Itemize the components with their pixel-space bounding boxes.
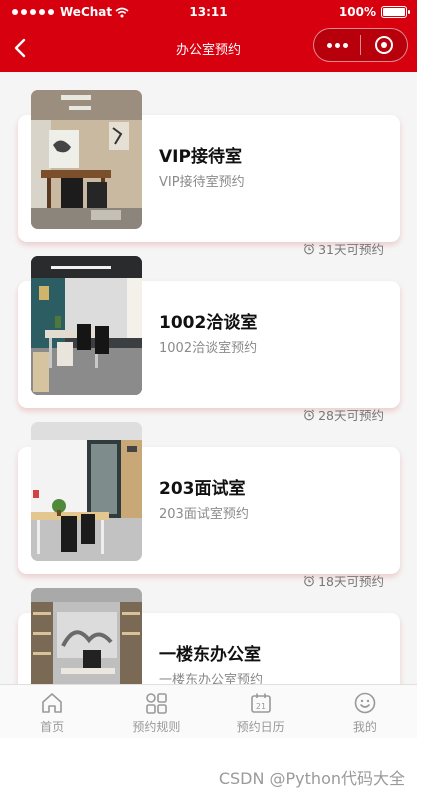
tab-booking-rules-label: 预约规则 xyxy=(132,720,181,734)
battery-status: 100% xyxy=(338,5,410,19)
bottom-tab-bar: 首页 预约规则 21 预约日历 我的 xyxy=(0,684,417,738)
alarm-clock-icon xyxy=(303,409,315,420)
room-list: VIP接待室 VIP接待室预约 31天可预约 1002洽谈室 1002洽谈室预约… xyxy=(0,72,417,684)
mini-program-capsule xyxy=(313,28,408,62)
room-name: 1002洽谈室 xyxy=(159,313,258,333)
battery-icon xyxy=(381,6,410,18)
grid-icon xyxy=(146,693,168,714)
tab-booking-rules[interactable]: 预约规则 xyxy=(104,685,208,738)
room-card[interactable]: 203面试室 203面试室预约 18天可预约 xyxy=(18,422,401,589)
calendar-icon: 21 xyxy=(250,693,271,713)
target-icon xyxy=(375,36,393,54)
room-thumbnail xyxy=(31,256,142,395)
phone-screen: WeChat 13:11 100% 办公室预约 VIP接待室 VIP接待室预约 … xyxy=(0,0,417,738)
room-description: 1002洽谈室预约 xyxy=(159,341,258,356)
room-thumbnail xyxy=(31,588,142,684)
tab-mine[interactable]: 我的 xyxy=(313,685,417,738)
tab-home[interactable]: 首页 xyxy=(0,685,104,738)
room-thumbnail xyxy=(31,422,142,561)
room-card[interactable]: 1002洽谈室 1002洽谈室预约 28天可预约 xyxy=(18,256,401,423)
tab-booking-calendar[interactable]: 21 预约日历 xyxy=(209,685,313,738)
more-menu-button[interactable] xyxy=(314,29,360,61)
room-card[interactable]: VIP接待室 VIP接待室预约 31天可预约 xyxy=(18,90,401,257)
watermark: CSDN @Python代码大全 xyxy=(218,769,405,788)
close-mini-program-button[interactable] xyxy=(361,29,407,61)
alarm-clock-icon xyxy=(303,243,315,254)
alarm-clock-icon xyxy=(303,575,315,586)
smile-icon xyxy=(354,692,376,714)
status-bar: WeChat 13:11 100% xyxy=(0,0,417,24)
room-thumbnail xyxy=(31,90,142,229)
tab-mine-label: 我的 xyxy=(352,720,377,734)
top-bar: WeChat 13:11 100% 办公室预约 xyxy=(0,0,417,72)
tab-home-label: 首页 xyxy=(40,720,65,734)
room-name: 203面试室 xyxy=(159,479,246,499)
room-name: 一楼东办公室 xyxy=(159,645,261,665)
tab-booking-calendar-label: 预约日历 xyxy=(236,720,285,734)
room-name: VIP接待室 xyxy=(159,147,242,167)
room-card[interactable]: 一楼东办公室 一楼东办公室预约 xyxy=(18,588,401,684)
room-description: 一楼东办公室预约 xyxy=(159,673,264,684)
navigation-bar: 办公室预约 xyxy=(0,24,417,72)
home-icon xyxy=(42,693,62,713)
room-description: VIP接待室预约 xyxy=(159,175,245,190)
battery-percent: 100% xyxy=(338,5,376,19)
svg-text:21: 21 xyxy=(256,702,266,711)
room-description: 203面试室预约 xyxy=(159,507,249,522)
